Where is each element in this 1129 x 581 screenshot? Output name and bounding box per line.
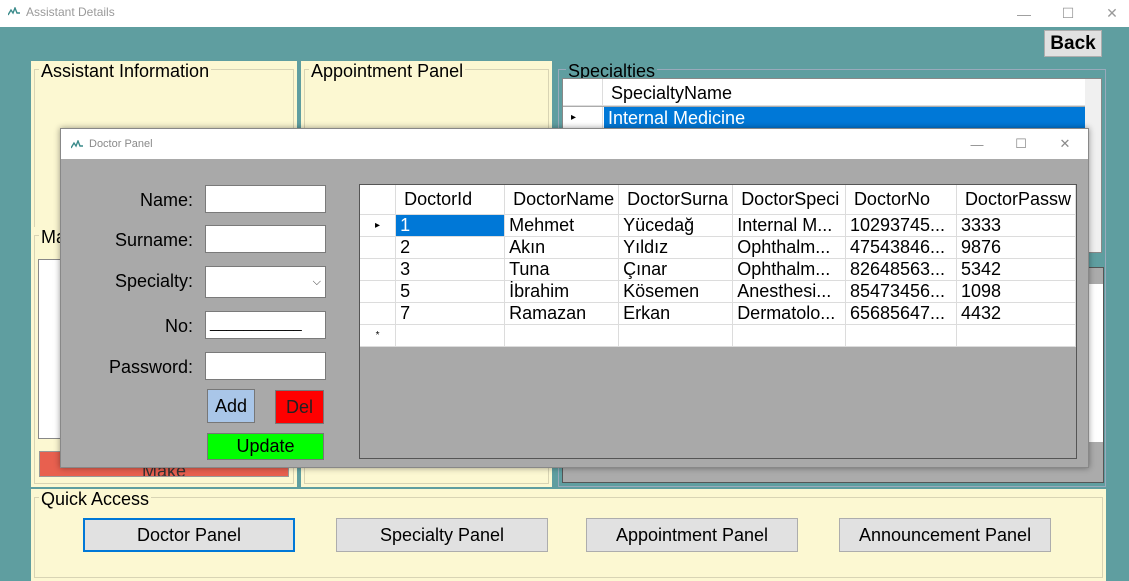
table-cell[interactable]: İbrahim xyxy=(504,280,620,303)
dialog-close-button[interactable]: ✕ xyxy=(1042,129,1088,159)
doctor-no-column-header[interactable]: DoctorNo xyxy=(845,185,957,215)
table-cell[interactable]: Internal M... xyxy=(732,214,846,237)
doctors-grid[interactable]: DoctorId DoctorName DoctorSurna DoctorSp… xyxy=(359,184,1077,459)
no-label: No: xyxy=(164,316,193,336)
table-cell[interactable]: 47543846... xyxy=(845,236,957,259)
table-cell[interactable]: 85473456... xyxy=(845,280,957,303)
doctor-surname-column-header[interactable]: DoctorSurna xyxy=(618,185,734,215)
table-row[interactable]: 5 İbrahim Kösemen Anesthesi... 85473456.… xyxy=(360,280,1076,303)
table-cell[interactable]: Erkan xyxy=(618,302,734,325)
table-cell[interactable]: Yıldız xyxy=(618,236,734,259)
table-row[interactable]: ▸ 1 Mehmet Yücedağ Internal M... 1029374… xyxy=(360,214,1076,237)
table-cell[interactable]: Akın xyxy=(504,236,620,259)
app-icon xyxy=(8,7,20,16)
table-row[interactable]: 3 Tuna Çınar Ophthalm... 82648563... 534… xyxy=(360,258,1076,281)
table-cell[interactable]: Internal Medicine xyxy=(604,107,1087,129)
table-cell[interactable]: Mehmet xyxy=(504,214,620,237)
close-button[interactable]: ✕ xyxy=(1089,0,1129,27)
table-cell[interactable]: Ophthalm... xyxy=(732,236,846,259)
doctor-password-column-header[interactable]: DoctorPassw xyxy=(956,185,1076,215)
table-cell[interactable]: Ophthalm... xyxy=(732,258,846,281)
doctor-panel-button[interactable]: Doctor Panel xyxy=(83,518,295,552)
doctor-name-column-header[interactable]: DoctorName xyxy=(504,185,620,215)
table-cell[interactable] xyxy=(956,324,1076,347)
table-cell[interactable]: Yücedağ xyxy=(618,214,734,237)
maximize-button[interactable]: ☐ xyxy=(1045,0,1091,27)
update-button[interactable]: Update xyxy=(207,433,324,460)
surname-field[interactable] xyxy=(205,225,326,253)
specialty-name-column-header[interactable]: SpecialtyName xyxy=(611,83,732,104)
announcement-panel-button[interactable]: Announcement Panel xyxy=(839,518,1051,552)
no-masked-field[interactable]: ___________ xyxy=(205,311,326,339)
table-cell[interactable] xyxy=(732,324,846,347)
table-cell[interactable] xyxy=(845,324,957,347)
table-cell[interactable]: Ramazan xyxy=(504,302,620,325)
doctor-panel-dialog: Doctor Panel — ☐ ✕ Name: Surname: Specia… xyxy=(60,128,1089,468)
doctor-specialty-column-header[interactable]: DoctorSpeci xyxy=(732,185,846,215)
table-cell[interactable] xyxy=(618,324,734,347)
quick-access-title: Quick Access xyxy=(39,489,152,509)
table-cell[interactable]: 3333 xyxy=(956,214,1076,237)
table-row[interactable]: 2 Akın Yıldız Ophthalm... 47543846... 98… xyxy=(360,236,1076,259)
doctor-id-column-header[interactable]: DoctorId xyxy=(395,185,506,215)
table-cell[interactable]: 4432 xyxy=(956,302,1076,325)
table-cell[interactable] xyxy=(395,324,506,347)
password-label: Password: xyxy=(108,357,193,377)
table-cell[interactable]: 5342 xyxy=(956,258,1076,281)
new-row[interactable]: * xyxy=(360,324,1076,347)
table-cell[interactable]: 1098 xyxy=(956,280,1076,303)
name-field[interactable] xyxy=(205,185,326,213)
surname-label: Surname: xyxy=(114,230,193,250)
appointment-panel-button[interactable]: Appointment Panel xyxy=(586,518,798,552)
table-cell[interactable]: 3 xyxy=(395,258,506,281)
add-button[interactable]: Add xyxy=(207,389,255,423)
appointment-panel-title: Appointment Panel xyxy=(309,61,466,81)
dialog-title-bar: Doctor Panel — ☐ ✕ xyxy=(61,129,1088,159)
table-cell[interactable]: 9876 xyxy=(956,236,1076,259)
table-cell[interactable] xyxy=(504,324,620,347)
table-cell[interactable]: Dermatolo... xyxy=(732,302,846,325)
delete-button[interactable]: Del xyxy=(275,390,324,424)
window-title: Assistant Details xyxy=(26,5,115,19)
assistant-information-title: Assistant Information xyxy=(39,61,212,81)
name-label: Name: xyxy=(139,190,193,210)
chevron-down-icon: ⌵ xyxy=(312,276,321,288)
table-cell[interactable]: 65685647... xyxy=(845,302,957,325)
row-marker-icon: ▸ xyxy=(563,107,603,129)
table-cell[interactable]: 82648563... xyxy=(845,258,957,281)
app-icon xyxy=(71,140,83,149)
minimize-button[interactable]: — xyxy=(1001,0,1047,27)
password-field[interactable] xyxy=(205,352,326,380)
current-row-icon: ▸ xyxy=(360,214,397,237)
table-cell[interactable]: 1 xyxy=(395,214,506,237)
dialog-title: Doctor Panel xyxy=(89,138,153,150)
dialog-maximize-button[interactable]: ☐ xyxy=(998,129,1044,159)
table-cell[interactable]: 10293745... xyxy=(845,214,957,237)
specialty-select[interactable]: ⌵ xyxy=(205,266,326,298)
table-cell[interactable]: 5 xyxy=(395,280,506,303)
table-cell[interactable]: Kösemen xyxy=(618,280,734,303)
table-cell[interactable]: 2 xyxy=(395,236,506,259)
specialty-label: Specialty: xyxy=(114,271,193,291)
table-row[interactable]: ▸ Internal Medicine xyxy=(563,107,1087,129)
table-cell[interactable]: Anesthesi... xyxy=(732,280,846,303)
dialog-minimize-button[interactable]: — xyxy=(954,129,1000,159)
specialty-panel-button[interactable]: Specialty Panel xyxy=(336,518,548,552)
table-cell[interactable]: Çınar xyxy=(618,258,734,281)
table-cell[interactable]: 7 xyxy=(395,302,506,325)
new-row-icon: * xyxy=(360,324,397,347)
back-button[interactable]: Back xyxy=(1044,30,1102,57)
table-row[interactable]: 7 Ramazan Erkan Dermatolo... 65685647...… xyxy=(360,302,1076,325)
title-bar: Assistant Details — ☐ ✕ xyxy=(0,0,1129,27)
grid-header-row: DoctorId DoctorName DoctorSurna DoctorSp… xyxy=(360,185,1076,215)
table-cell[interactable]: Tuna xyxy=(504,258,620,281)
